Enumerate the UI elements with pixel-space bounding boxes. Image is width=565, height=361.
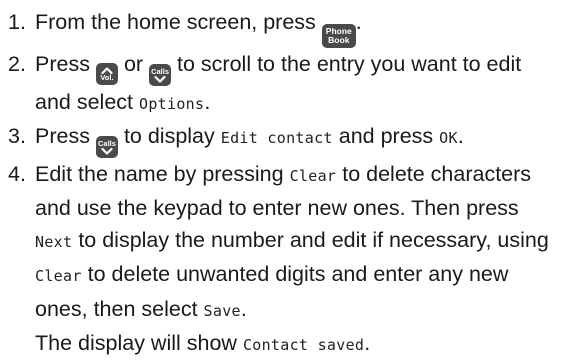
step-2: 2. Press Vol. or Calls to scroll to the …	[8, 48, 555, 120]
step-text: From the home screen, press Phone Book.	[35, 6, 555, 48]
step-text-part: From the home screen, press	[35, 10, 316, 34]
step-text: Press Vol. or Calls to scroll to the ent…	[35, 48, 555, 120]
step-text-part: Press	[35, 51, 90, 76]
chevron-down-icon	[101, 147, 113, 155]
step-number: 2.	[8, 51, 26, 76]
key-label: Vol.	[100, 72, 114, 82]
step-text-part: Edit the name by pressing	[35, 161, 284, 186]
key-label: Calls	[97, 138, 116, 148]
step-text-part: and press	[338, 123, 434, 148]
step-text-part: The display will show	[35, 330, 237, 355]
step-text-part: to display	[123, 123, 215, 148]
step-number: 3.	[8, 123, 26, 148]
display-text-ok: OK	[439, 128, 458, 147]
instruction-list: 1. From the home screen, press Phone Book…	[0, 0, 555, 361]
step-text-part: or	[123, 51, 144, 76]
step-text-part: to display the number and edit if necess…	[78, 228, 549, 253]
step-3: 3. Press Calls to display Edit contact a…	[8, 120, 555, 158]
step-text-part: .	[355, 10, 362, 34]
step-4: 4. Edit the name by pressing Clear to de…	[8, 158, 555, 361]
display-text-options: Options	[139, 94, 205, 113]
phonebook-key-icon: Phone Book	[321, 23, 356, 48]
step-number: 1.	[8, 10, 26, 34]
display-text-clear: Clear	[35, 267, 82, 286]
display-text-save: Save	[203, 301, 241, 320]
chevron-down-icon	[154, 75, 166, 83]
step-text-part: .	[240, 296, 247, 321]
step-text: Edit the name by pressing Clear to delet…	[35, 158, 555, 361]
down-calls-key-icon: Calls	[95, 135, 118, 158]
display-text-contact-saved: Contact saved	[242, 335, 365, 354]
step-1: 1. From the home screen, press Phone Book…	[8, 6, 555, 48]
display-text-next: Next	[35, 233, 73, 252]
key-label: Calls	[151, 66, 170, 76]
key-label: Book	[328, 35, 350, 45]
step-number: 4.	[8, 161, 26, 186]
step-text: Press Calls to display Edit contact and …	[35, 120, 555, 158]
step-text-part: .	[204, 89, 211, 114]
display-text-clear: Clear	[289, 166, 337, 185]
display-text-edit-contact: Edit contact	[220, 128, 333, 147]
step-text-part: Press	[35, 123, 90, 148]
step-text-part: to delete unwanted digits and enter any …	[35, 262, 509, 321]
up-vol-key-icon: Vol.	[95, 62, 118, 85]
step-text-part: .	[364, 330, 371, 355]
step-text-part: .	[457, 123, 464, 148]
down-calls-key-icon: Calls	[149, 63, 172, 86]
